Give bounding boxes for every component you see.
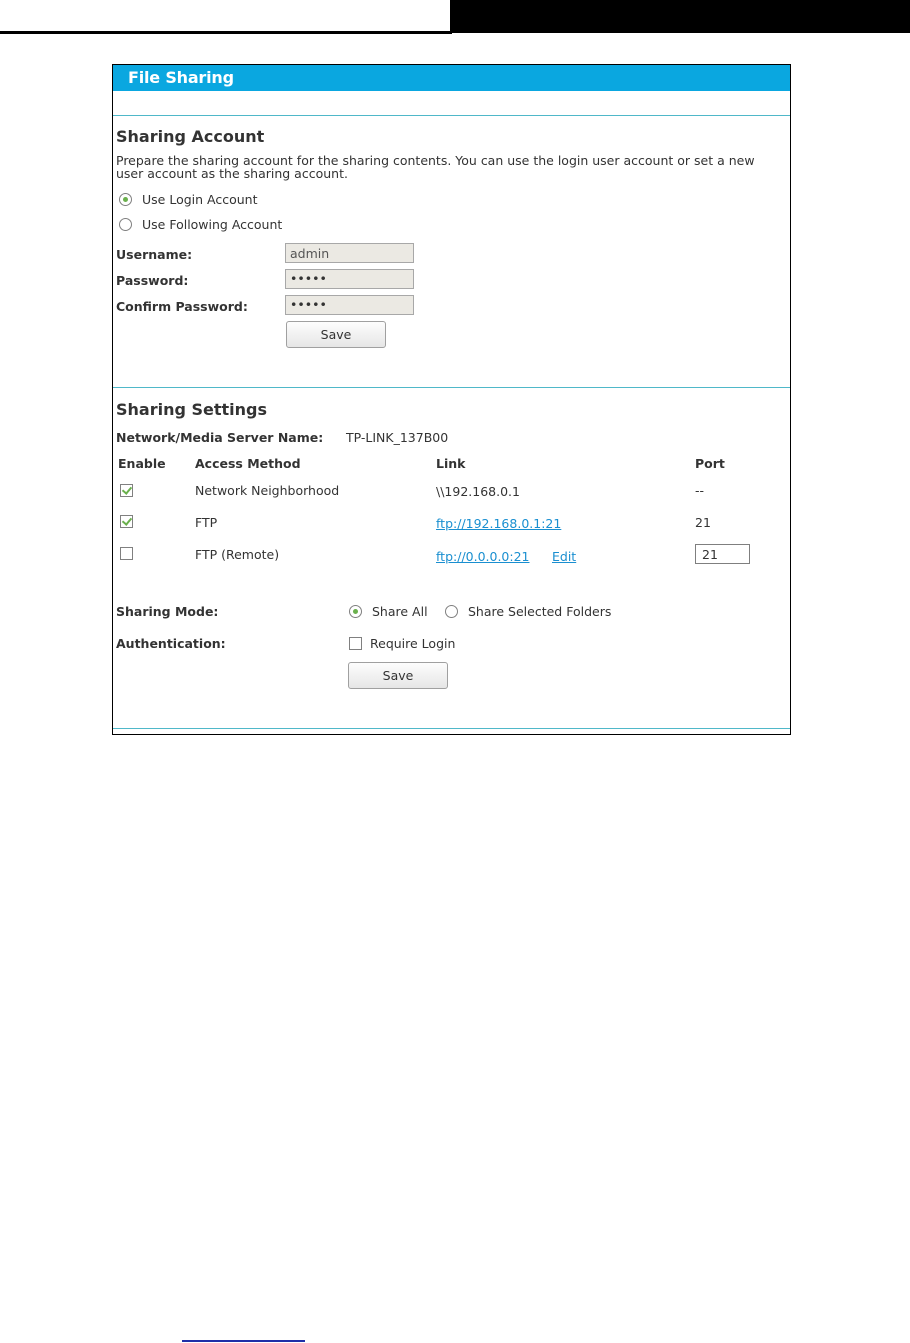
table-row-port: -- [695,483,705,498]
sharing-account-heading: Sharing Account [116,127,265,146]
server-name-label: Network/Media Server Name: [116,430,324,445]
password-label: Password: [116,273,189,288]
header-band [450,0,910,33]
share-all-option[interactable]: Share All [349,604,428,619]
radio-selected-icon[interactable] [349,605,362,618]
edit-link[interactable]: Edit [552,549,576,564]
sharing-mode-label: Sharing Mode: [116,604,219,619]
ftp-link[interactable]: ftp://192.168.0.1:21 [436,516,561,531]
file-sharing-panel: File Sharing Sharing Account Prepare the… [112,64,791,735]
divider [113,728,790,729]
use-login-account-label: Use Login Account [142,192,258,207]
use-following-account-option[interactable]: Use Following Account [119,217,282,232]
password-field[interactable]: ••••• [285,269,414,289]
column-header-enable: Enable [118,456,166,471]
ftp-remote-port-input[interactable] [695,544,750,564]
sharing-account-description: Prepare the sharing account for the shar… [116,153,755,181]
panel-titlebar: File Sharing [113,65,790,93]
table-row-link: \\192.168.0.1 [436,484,520,499]
table-row-method: Network Neighborhood [195,483,340,498]
divider [113,115,790,116]
header-rule [0,31,452,34]
confirm-password-field[interactable]: ••••• [285,295,414,315]
column-header-access-method: Access Method [195,456,301,471]
column-header-port: Port [695,456,725,471]
radio-selected-icon[interactable] [119,193,132,206]
ftp-remote-link[interactable]: ftp://0.0.0.0:21 [436,549,530,564]
enable-ftp-remote-checkbox[interactable] [120,547,133,560]
use-login-account-option[interactable]: Use Login Account [119,192,258,207]
settings-save-button[interactable]: Save [348,662,448,689]
table-row-port: 21 [695,515,711,530]
divider [113,387,790,388]
username-label: Username: [116,247,193,262]
enable-network-neighborhood-checkbox[interactable] [120,484,133,497]
username-field[interactable] [285,243,414,263]
require-login-checkbox[interactable] [349,637,362,650]
page-title: File Sharing [128,68,234,87]
footer-link-underline [182,1340,305,1342]
share-all-label: Share All [372,604,428,619]
column-header-link: Link [436,456,466,471]
share-selected-folders-label: Share Selected Folders [468,604,612,619]
radio-unselected-icon[interactable] [119,218,132,231]
enable-ftp-checkbox[interactable] [120,515,133,528]
server-name-value: TP-LINK_137B00 [346,430,449,445]
confirm-password-label: Confirm Password: [116,299,248,314]
require-login-label: Require Login [370,636,456,651]
account-save-button[interactable]: Save [286,321,386,348]
radio-unselected-icon[interactable] [445,605,458,618]
table-row-method: FTP (Remote) [195,547,280,562]
table-row-method: FTP [195,515,218,530]
sharing-settings-heading: Sharing Settings [116,400,268,419]
use-following-account-label: Use Following Account [142,217,283,232]
share-selected-folders-option[interactable]: Share Selected Folders [445,604,611,619]
authentication-label: Authentication: [116,636,226,651]
